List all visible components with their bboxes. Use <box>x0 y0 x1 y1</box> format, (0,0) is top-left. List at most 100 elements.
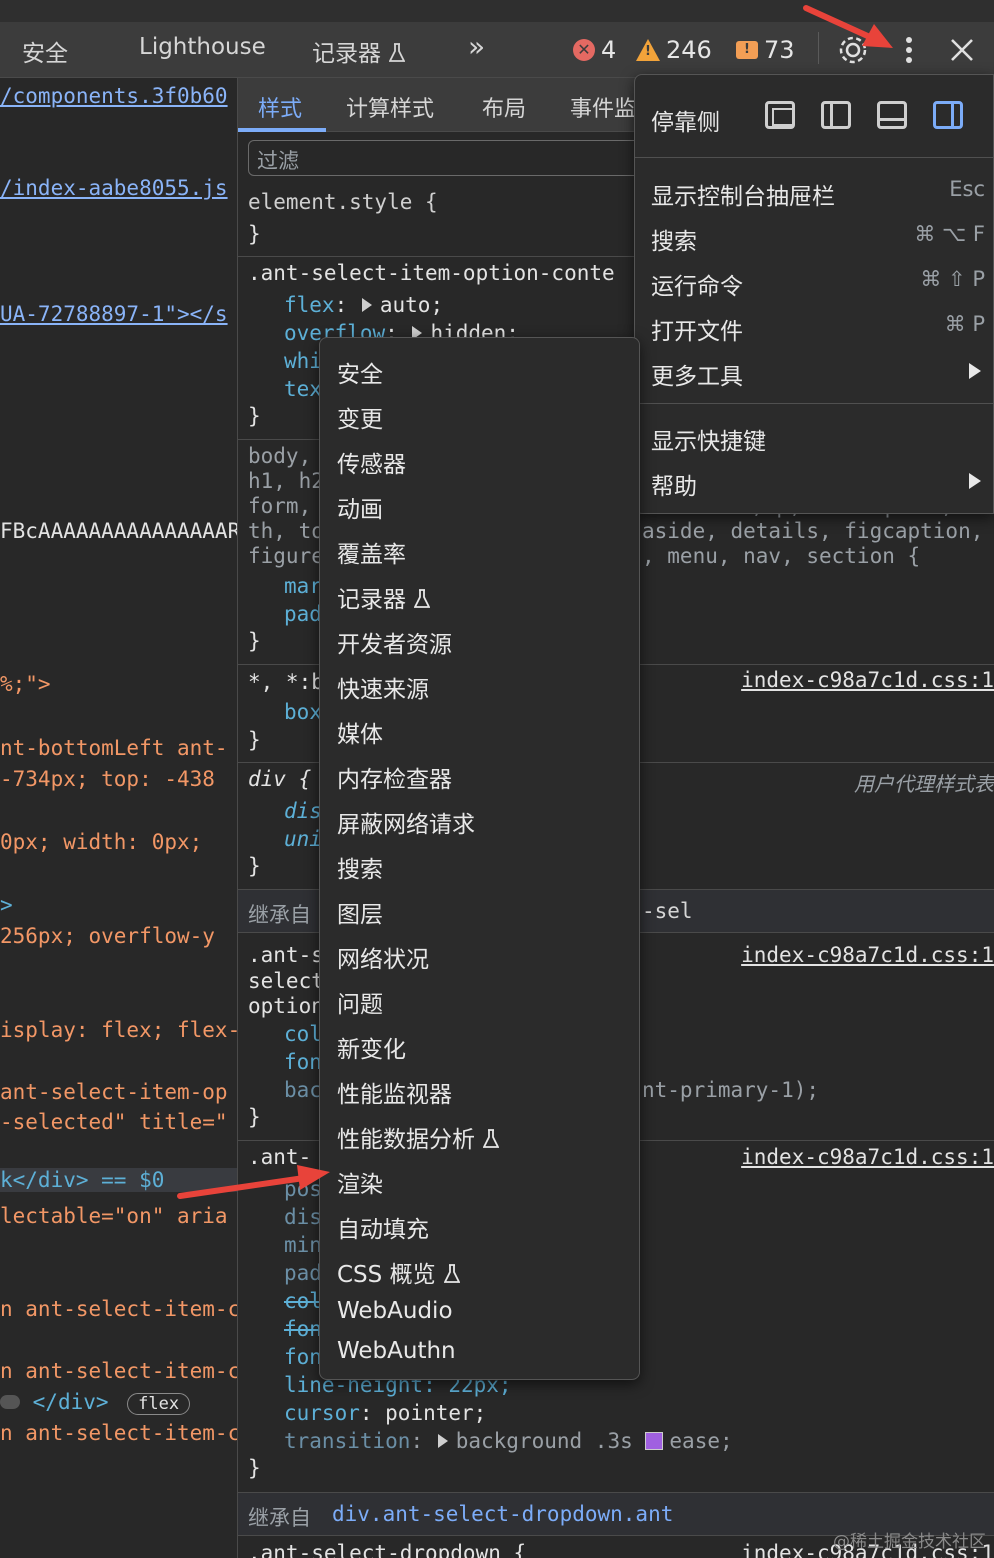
dom-line[interactable]: UA-72788897-1"></s <box>0 302 228 326</box>
dom-line[interactable]: %;"> <box>0 672 51 696</box>
more-tools-item-css-overview[interactable]: CSS 概览 <box>337 1255 460 1289</box>
issues-counter[interactable]: ! 73 <box>736 36 795 64</box>
dom-line[interactable]: n ant-select-item-c <box>0 1359 237 1383</box>
rule-selector[interactable]: div { <box>248 767 311 791</box>
prop-name[interactable]: col <box>284 1289 322 1313</box>
rule-selector[interactable]: select <box>248 969 324 993</box>
prop-name[interactable]: dis <box>284 1205 322 1229</box>
more-tools-item[interactable]: 快速来源 <box>337 670 429 704</box>
more-vertical-icon[interactable] <box>900 36 918 66</box>
style-declaration[interactable]: transition: background .3s ease; <box>284 1429 733 1453</box>
more-tabs-chevron-icon[interactable]: » <box>468 30 485 63</box>
prop-name[interactable]: fon <box>284 1345 322 1369</box>
menu-item-help[interactable]: 帮助 <box>651 467 985 501</box>
more-tools-item[interactable]: 媒体 <box>337 715 383 749</box>
warning-counter[interactable]: ! 246 <box>636 36 712 64</box>
undock-icon[interactable] <box>765 101 795 129</box>
rule-selector[interactable]: th, to <box>248 519 324 543</box>
stylesheet-link[interactable]: index-c98a7c1d.css:1 <box>741 943 994 967</box>
more-tools-item-recorder[interactable]: 记录器 <box>337 580 430 614</box>
dom-line[interactable]: n ant-select-item-c <box>0 1297 237 1321</box>
tab-security[interactable]: 安全 <box>22 34 68 68</box>
menu-item-more-tools[interactable]: 更多工具 <box>651 357 985 391</box>
tab-lighthouse[interactable]: Lighthouse <box>139 34 266 60</box>
tab-event-listeners[interactable]: 事件监 <box>570 91 636 123</box>
menu-item-run-command[interactable]: 运行命令 ⌘ ⇧ P <box>651 267 985 301</box>
rule-selector[interactable]: .ant-s <box>248 943 324 967</box>
more-tools-item-rendering[interactable]: 渲染 <box>337 1165 383 1199</box>
stylesheet-link[interactable]: index-c98a7c1d.css:1 <box>741 1145 994 1169</box>
more-tools-item-performance-insights[interactable]: 性能数据分析 <box>337 1120 499 1154</box>
gear-icon[interactable] <box>836 33 870 67</box>
dock-bottom-icon[interactable] <box>877 101 907 129</box>
dock-right-icon[interactable] <box>933 101 963 129</box>
menu-item-open-file[interactable]: 打开文件 ⌘ P <box>651 312 985 346</box>
style-declaration[interactable]: flex: auto; <box>284 293 443 317</box>
more-tools-item[interactable]: 网络状况 <box>337 940 429 974</box>
prop-name[interactable]: pad <box>284 1261 322 1285</box>
dom-line[interactable]: 0px; width: 0px; <box>0 830 202 854</box>
prop-name[interactable]: fon <box>284 1317 322 1341</box>
menu-item-shortcuts[interactable]: 显示快捷键 <box>651 422 985 456</box>
prop-name[interactable]: box <box>284 700 322 724</box>
expand-triangle-icon[interactable] <box>361 298 372 312</box>
rule-selector[interactable]: .ant-select-dropdown { <box>248 1541 526 1558</box>
error-counter[interactable]: ✕ 4 <box>573 36 616 64</box>
dom-line[interactable]: n ant-select-item-c <box>0 1421 237 1445</box>
ellipsis-icon[interactable] <box>0 1395 20 1409</box>
more-tools-item[interactable]: 屏蔽网络请求 <box>337 805 475 839</box>
dom-line[interactable]: isplay: flex; flex- <box>0 1018 237 1042</box>
filter-input[interactable]: 过滤 <box>248 140 668 176</box>
more-tools-item[interactable]: 传感器 <box>337 445 406 479</box>
dom-line-selected[interactable]: k</div> == $0 <box>0 1168 237 1192</box>
dom-line[interactable]: FBcAAAAAAAAAAAAAAAR <box>0 519 237 543</box>
easing-swatch-icon[interactable] <box>645 1432 664 1450</box>
dom-line[interactable]: -selected" title=" <box>0 1110 228 1134</box>
more-tools-item[interactable]: 变更 <box>337 400 383 434</box>
rule-selector-tail[interactable]: , menu, nav, section { <box>642 544 920 568</box>
rule-selector[interactable]: h1, h2 <box>248 469 324 493</box>
more-tools-item[interactable]: 安全 <box>337 355 383 389</box>
rule-selector[interactable]: body, <box>248 444 311 468</box>
more-tools-item[interactable]: WebAuthn <box>337 1338 456 1364</box>
prop-name[interactable]: tex <box>284 377 322 401</box>
rule-selector[interactable]: figure <box>248 544 324 568</box>
more-tools-item[interactable]: 搜索 <box>337 850 383 884</box>
stylesheet-link[interactable]: index-c98a7c1d.css:1 <box>741 668 994 692</box>
dom-line[interactable]: /index-aabe8055.js <box>0 176 228 200</box>
dom-line[interactable]: lectable="on" aria <box>0 1204 228 1228</box>
prop-name[interactable]: dis <box>284 799 322 823</box>
more-tools-item[interactable]: 动画 <box>337 490 383 524</box>
style-declaration[interactable]: cursor: pointer; <box>284 1401 486 1425</box>
tab-computed[interactable]: 计算样式 <box>346 91 434 123</box>
dock-left-icon[interactable] <box>821 101 851 129</box>
flex-badge[interactable]: flex <box>127 1393 191 1415</box>
prop-name[interactable]: fon <box>284 1050 322 1074</box>
dom-line[interactable]: -734px; top: -438 <box>0 767 215 791</box>
menu-item-search[interactable]: 搜索 ⌘ ⌥ F <box>651 222 985 256</box>
prop-name[interactable]: pad <box>284 602 322 626</box>
rule-selector[interactable]: *, *:b <box>248 670 324 694</box>
more-tools-item[interactable]: 内存检查器 <box>337 760 452 794</box>
rule-selector[interactable]: .ant-select-item-option-conte <box>248 261 615 285</box>
prop-name[interactable]: uni <box>284 827 322 851</box>
prop-name[interactable]: pos <box>284 1177 322 1201</box>
more-tools-item[interactable]: 覆盖率 <box>337 535 406 569</box>
tab-styles[interactable]: 样式 <box>258 91 302 123</box>
more-tools-item[interactable]: 自动填充 <box>337 1210 429 1244</box>
close-icon[interactable] <box>950 38 974 62</box>
rule-selector-tail[interactable]: aside, details, figcaption, <box>642 519 983 543</box>
dom-line[interactable]: > <box>0 893 13 917</box>
more-tools-item[interactable]: WebAudio <box>337 1298 453 1324</box>
dom-line[interactable]: nt-bottomLeft ant- <box>0 736 228 760</box>
dom-line[interactable]: 256px; overflow-y <box>0 924 215 948</box>
dom-line[interactable]: </div> flex <box>0 1390 191 1415</box>
prop-name[interactable]: whi <box>284 349 322 373</box>
dom-line[interactable]: ant-select-item-op <box>0 1080 228 1104</box>
prop-name[interactable]: col <box>284 1022 322 1046</box>
expand-triangle-icon[interactable] <box>437 1434 448 1448</box>
rule-selector[interactable]: option <box>248 994 324 1018</box>
rule-selector[interactable]: form, <box>248 494 311 518</box>
more-tools-item[interactable]: 开发者资源 <box>337 625 452 659</box>
prop-value[interactable]: nt-primary-1); <box>642 1078 819 1102</box>
